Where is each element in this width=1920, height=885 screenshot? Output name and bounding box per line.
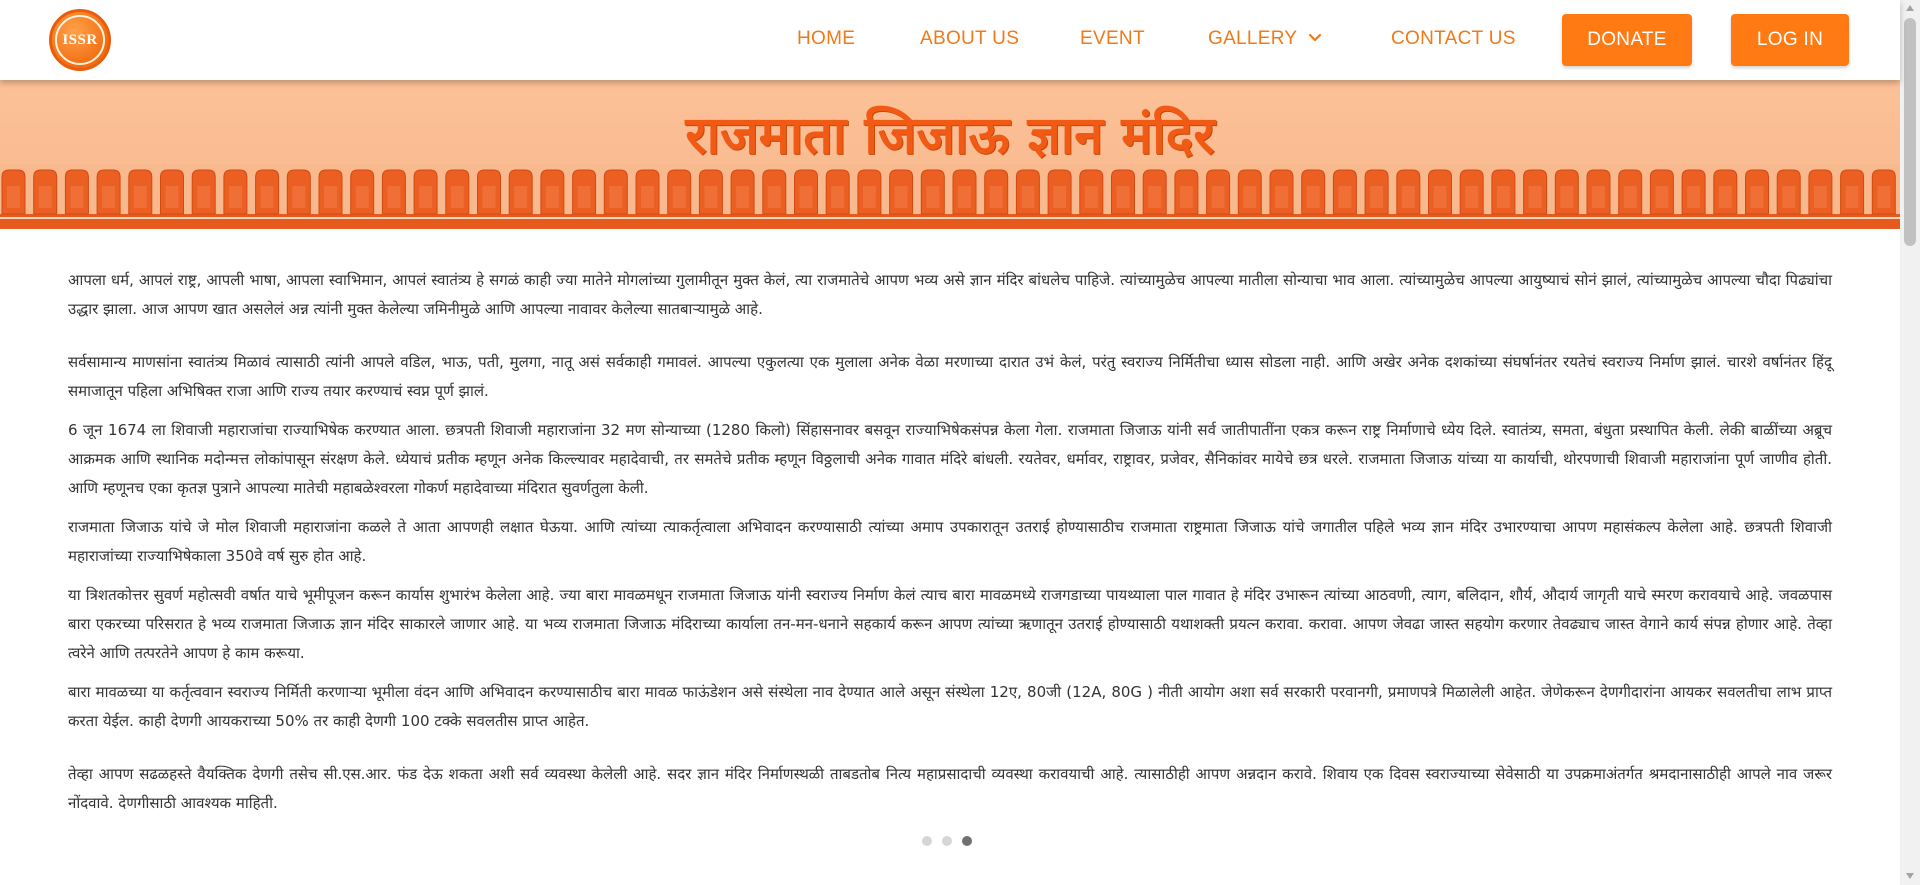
scroll-up-arrow-icon[interactable] [1905,4,1915,12]
scroll-thumb[interactable] [1904,18,1916,246]
scroll-down-arrow-icon[interactable] [1905,872,1915,880]
logo-text: ISSR [62,31,98,48]
nav-contact-us[interactable]: CONTACT US [1391,28,1516,50]
nav-event[interactable]: EVENT [1080,28,1145,50]
nav-gallery[interactable]: GALLERY [1208,28,1297,50]
carousel-indicators [922,836,972,846]
arch-border-decoration [0,164,1900,229]
chevron-down-icon[interactable] [1308,31,1322,45]
paragraph-3: 6 जून 1674 ला शिवाजी महाराजांचा राज्याभि… [68,421,1832,497]
nav-home[interactable]: HOME [797,28,855,50]
nav-about-us[interactable]: ABOUT US [920,28,1019,50]
carousel-dot-1[interactable] [922,836,932,846]
logo-ring: ISSR [55,15,105,65]
page-banner: राजमाता जिजाऊ ज्ञान मंदिर [0,80,1900,229]
carousel-dot-2[interactable] [942,836,952,846]
paragraph-2: सर्वसामान्य माणसांना स्वातंत्र्य मिळावं … [68,353,1832,400]
vertical-scrollbar[interactable] [1900,0,1920,885]
top-navbar: ISSR HOME ABOUT US EVENT GALLERY CONTACT… [0,0,1900,80]
issr-logo[interactable]: ISSR [49,9,111,71]
paragraph-4: राजमाता जिजाऊ यांचे जे मोल शिवाजी महाराज… [68,518,1832,565]
page-title: राजमाता जिजाऊ ज्ञान मंदिर [685,106,1215,166]
paragraph-6: बारा मावळच्या या कर्तृत्ववान स्वराज्य नि… [68,683,1832,730]
donate-button[interactable]: DONATE [1562,14,1692,66]
carousel-dot-3[interactable] [962,836,972,846]
login-button[interactable]: LOG IN [1731,14,1849,66]
paragraph-7: तेव्हा आपण सढळहस्ते वैयक्तिक देणगी तसेच … [68,765,1832,812]
paragraph-1: आपला धर्म, आपलं राष्ट्र, आपली भाषा, आपला… [68,271,1832,318]
paragraph-5: या त्रिशतकोत्तर सुवर्ण महोत्सवी वर्षात य… [68,586,1832,662]
main-content: आपला धर्म, आपलं राष्ट्र, आपली भाषा, आपला… [68,266,1832,818]
